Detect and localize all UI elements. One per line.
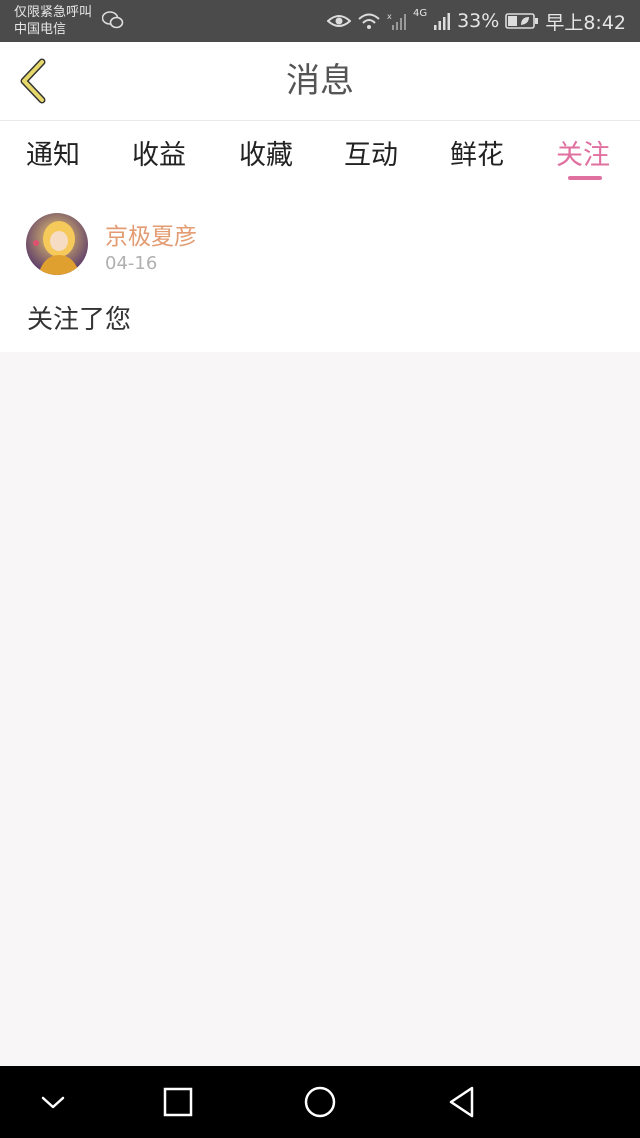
notification-item[interactable]: 京极夏彦 04-16 关注了您: [0, 185, 640, 352]
carrier-name: 中国电信: [14, 22, 67, 37]
signal-sim2-icon: [434, 13, 451, 30]
signal-sim1-icon: x: [387, 12, 406, 30]
battery-percent: 33%: [457, 10, 500, 32]
tab-bar: 通知 收益 收藏 互动 鲜花 关注: [0, 121, 640, 185]
eye-icon: [326, 15, 351, 27]
tab-follow[interactable]: 关注: [556, 133, 610, 172]
network-type: 4G: [412, 8, 428, 19]
username[interactable]: 京极夏彦: [105, 217, 197, 251]
notification-date: 04-16: [105, 253, 158, 274]
tab-notice[interactable]: 通知: [26, 133, 80, 172]
notification-text: 关注了您: [27, 305, 132, 335]
clock: 早上8:42: [545, 11, 626, 34]
tab-earnings[interactable]: 收益: [132, 133, 186, 172]
tab-interaction[interactable]: 互动: [344, 133, 398, 172]
recent-apps-icon[interactable]: [160, 1084, 196, 1120]
tab-flowers[interactable]: 鲜花: [450, 133, 504, 172]
wifi-icon: [358, 13, 380, 29]
tab-favorites[interactable]: 收藏: [239, 133, 293, 172]
home-icon[interactable]: [302, 1084, 338, 1120]
avatar[interactable]: [26, 213, 88, 275]
wechat-icon: [102, 11, 124, 29]
battery-icon: [505, 13, 539, 29]
page-title: 消息: [286, 61, 354, 101]
status-bar: 仅限紧急呼叫 中国电信 x 4G 33% 早上8:42: [0, 0, 640, 42]
status-indicators: x 4G 33% 早上8:42: [326, 0, 626, 42]
back-triangle-icon[interactable]: [444, 1084, 480, 1120]
app-header: 消息: [0, 42, 640, 121]
emergency-call-text: 仅限紧急呼叫: [14, 5, 93, 20]
carrier-info: 仅限紧急呼叫 中国电信: [14, 4, 92, 38]
system-nav-bar: [0, 1066, 640, 1138]
chevron-down-icon[interactable]: [35, 1084, 71, 1120]
active-tab-indicator: [568, 176, 602, 180]
svg-text:x: x: [387, 12, 392, 21]
